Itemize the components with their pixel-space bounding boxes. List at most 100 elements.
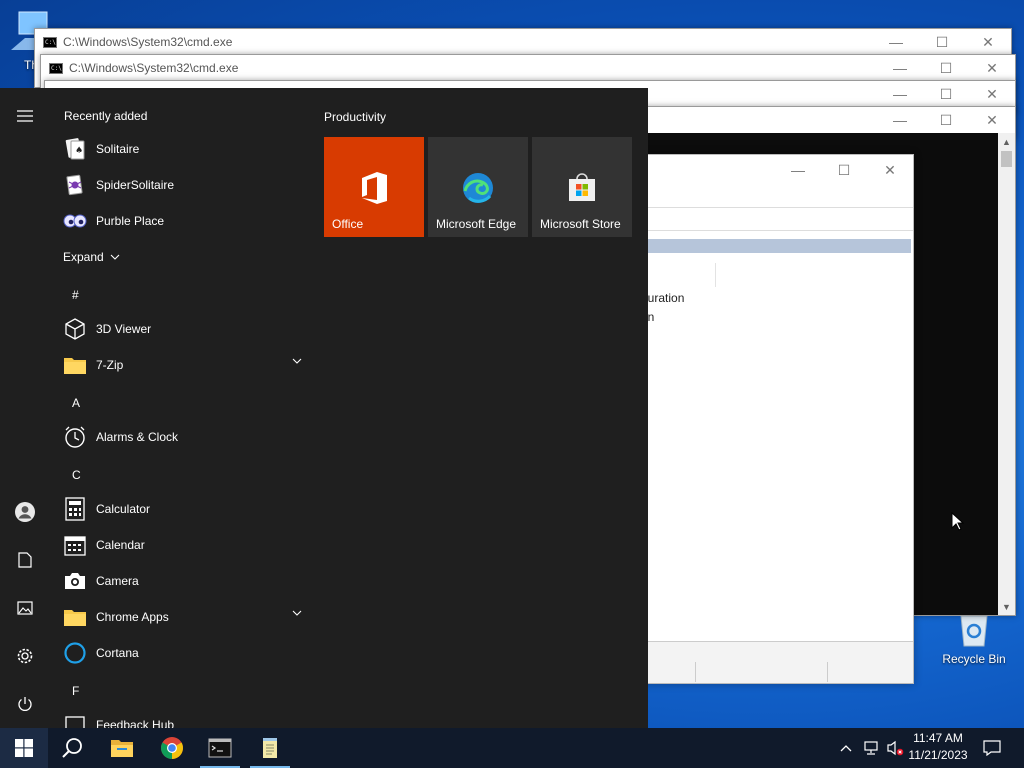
app-item-alarms-clock[interactable]: Alarms & Clock [60,420,310,454]
chevron-down-icon[interactable] [292,358,302,364]
minimize-button[interactable]: — [877,107,923,133]
pictures-button[interactable] [5,588,45,628]
tile-microsoft-edge[interactable]: Microsoft Edge [428,137,528,237]
app-item-camera[interactable]: Camera [60,564,310,598]
calendar-icon [60,530,90,560]
app-list[interactable]: Recently added ♠ Solitaire SpiderSolitai… [50,88,312,728]
maximize-button[interactable]: ☐ [919,29,965,55]
taskbar-file-explorer[interactable] [98,728,146,768]
tile-group-title[interactable]: Productivity [324,110,386,124]
cmd-window-icon [43,36,57,48]
background-dialog-window[interactable]: — ☐ ✕ guration on [640,154,914,684]
tile-microsoft-store[interactable]: Microsoft Store [532,137,632,237]
close-button[interactable]: ✕ [969,81,1015,107]
maximize-button[interactable]: ☐ [923,107,969,133]
cmd-titlebar[interactable]: C:\Windows\System32\cmd.exe — ☐ ✕ [35,29,1011,55]
desktop-icon-recycle-bin[interactable]: Recycle Bin [936,612,1012,666]
taskbar-clock[interactable]: 11:47 AM 11/21/2023 [900,730,976,764]
search-button[interactable] [48,728,96,768]
group-letter-c[interactable]: C [72,468,81,482]
taskbar-chrome[interactable] [148,728,196,768]
recycle-bin-icon [960,615,988,647]
close-button[interactable]: ✕ [969,55,1015,81]
maximize-button[interactable]: ☐ [923,55,969,81]
app-folder-chrome-apps[interactable]: Chrome Apps [60,600,310,634]
start-windows-icon [15,739,33,757]
documents-button[interactable] [5,540,45,580]
show-hidden-icons-button[interactable] [836,728,856,768]
cmd-titlebar[interactable]: C:\Windows\System32\cmd.exe — ☐ ✕ [41,55,1015,81]
app-folder-7-zip[interactable]: 7-Zip [60,348,310,382]
app-item-cortana[interactable]: Cortana [60,636,310,670]
network-icon [864,741,878,755]
dialog-toolbar [641,207,913,231]
cortana-icon [60,638,90,668]
close-button[interactable]: ✕ [969,107,1015,133]
store-icon [569,173,595,201]
taskbar: 11:47 AM 11/21/2023 [0,728,1024,768]
app-label: 3D Viewer [96,322,152,336]
office-icon [362,172,387,204]
hamburger-menu-button[interactable] [5,96,45,136]
app-label: Camera [96,574,139,588]
group-letter-a[interactable]: A [72,396,80,410]
network-status-button[interactable] [860,728,882,768]
cmd-window-title: C:\Windows\System32\cmd.exe [63,35,233,49]
calculator-icon [60,494,90,524]
search-icon [62,738,82,758]
minimize-button[interactable]: — [877,81,923,107]
app-item-solitaire[interactable]: ♠ Solitaire [60,132,310,166]
power-icon [18,697,32,711]
scrollbar-thumb[interactable] [1001,151,1012,167]
minimize-button[interactable]: — [877,55,923,81]
dialog-titlebar[interactable]: — ☐ ✕ [641,155,913,185]
app-item-calculator[interactable]: Calculator [60,492,310,526]
command-prompt-icon [208,738,232,758]
app-label: Feedback Hub [96,718,175,728]
desktop-icon-label: Recycle Bin [942,652,1006,666]
tile-label: Microsoft Edge [436,217,517,231]
app-item-3d-viewer[interactable]: 3D Viewer [60,312,310,346]
scroll-up-arrow-icon[interactable]: ▲ [998,133,1015,150]
app-label: Alarms & Clock [96,430,179,444]
tile-office[interactable]: Office [324,137,424,237]
minimize-button[interactable]: — [873,29,919,55]
app-item-purble-place[interactable]: Purble Place [60,204,310,238]
chevron-down-icon[interactable] [292,610,302,616]
maximize-button[interactable]: ☐ [821,155,867,185]
action-center-button[interactable] [978,728,1006,768]
group-letter-f[interactable]: F [72,684,79,698]
3d-viewer-icon [60,314,90,344]
vertical-scrollbar[interactable]: ▲ ▼ [998,133,1015,615]
group-letter-hash[interactable]: # [72,288,79,302]
scroll-down-arrow-icon[interactable]: ▼ [998,598,1015,615]
file-explorer-icon [111,740,133,757]
start-button[interactable] [0,728,48,768]
dialog-status-bar [641,641,913,683]
app-label: Calendar [96,538,145,552]
hamburger-menu-icon [17,110,33,122]
edge-icon [463,173,493,203]
settings-button[interactable] [5,636,45,676]
app-item-feedback-hub[interactable]: Feedback Hub [60,708,310,728]
svg-text:♠: ♠ [75,146,83,156]
minimize-button[interactable]: — [775,155,821,185]
notification-icon [983,740,1001,756]
maximize-button[interactable]: ☐ [923,81,969,107]
power-button[interactable] [5,684,45,724]
app-item-spidersolitaire[interactable]: SpiderSolitaire [60,168,310,202]
taskbar-notepad[interactable] [246,728,294,768]
alarm-clock-icon [60,422,90,452]
user-account-button[interactable] [5,492,45,532]
close-button[interactable]: ✕ [965,29,1011,55]
app-item-calendar[interactable]: Calendar [60,528,310,562]
cmd-window-icon [49,62,63,74]
close-button[interactable]: ✕ [867,155,913,185]
app-label: Calculator [96,502,151,516]
expand-label: Expand [63,250,104,264]
expand-button[interactable]: Expand [63,250,120,264]
camera-icon [60,566,90,596]
user-account-icon [15,502,35,522]
taskbar-command-prompt[interactable] [196,728,244,768]
app-label: 7-Zip [96,358,124,372]
